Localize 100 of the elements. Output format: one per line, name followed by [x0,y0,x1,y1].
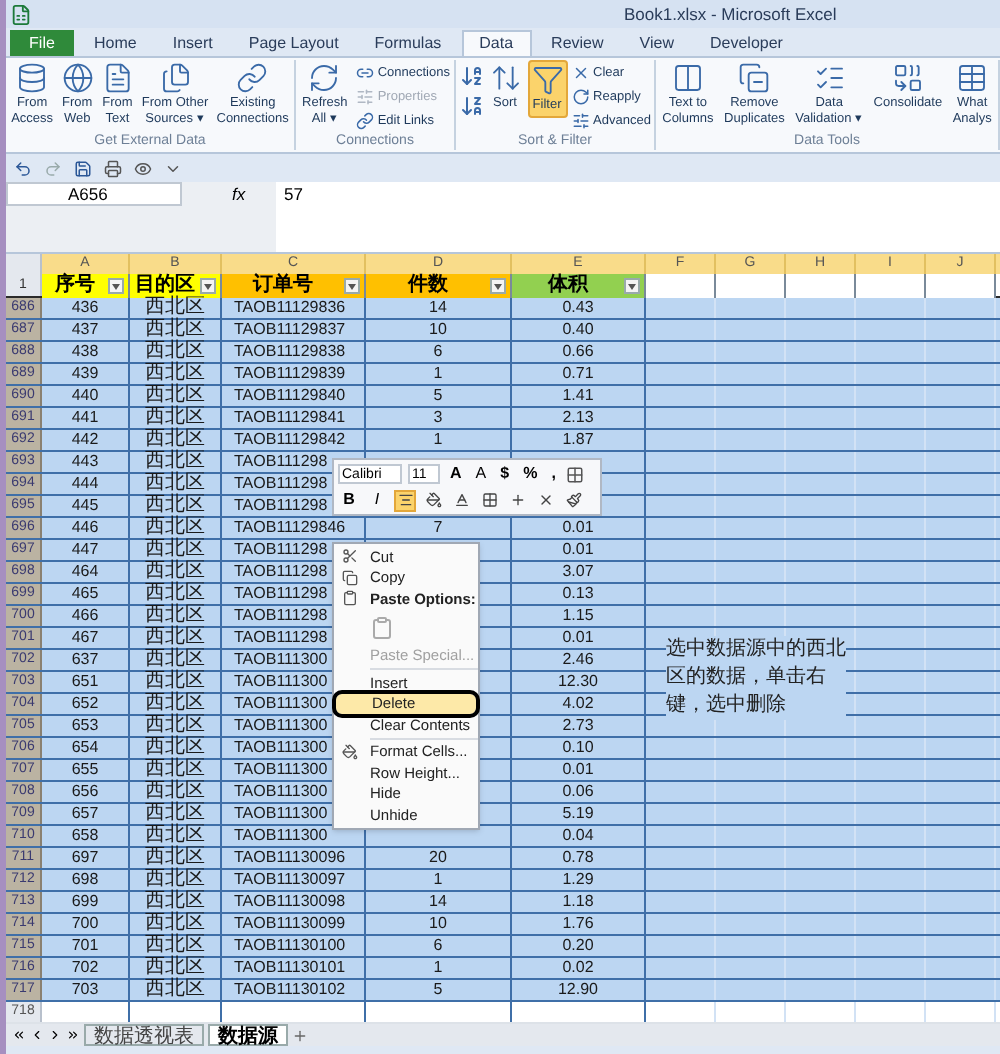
filter-icon [531,64,564,96]
sort-descending-icon[interactable] [459,94,483,118]
table-cell: 10 [429,916,447,932]
table-cell: 465 [71,586,99,602]
table-cell: 14 [429,894,447,910]
table-cell: 443 [71,454,99,470]
link-icon [355,112,374,130]
table-cell: 西北区 [145,606,205,626]
table-cell: 464 [71,564,99,580]
table-cell: 700 [71,916,99,932]
table-cell: TAOB11129842 [234,432,346,448]
redo-icon [571,88,590,106]
table-cell: 0.20 [562,938,594,954]
table-cell: 西北区 [145,936,205,956]
format-icon[interactable] [565,465,584,483]
table-cell: 444 [71,476,99,492]
table-cell: 西北区 [145,474,205,494]
new-sheet-icon[interactable] [292,1027,308,1043]
table-cell: 651 [71,674,99,690]
table-cell: 1.18 [562,894,594,910]
table-cell: 西北区 [145,848,205,868]
sheet-tab[interactable]: 数据透视表 [84,1024,204,1046]
first-sheet-icon[interactable] [12,1028,26,1042]
table-cell: 西北区 [145,694,205,714]
table-cell: 1.76 [562,916,594,932]
table-cell: 0.43 [562,300,594,316]
toolbar-button[interactable]: % [519,466,542,482]
toolbar-button[interactable] [422,489,444,511]
toolbar-button[interactable]: , [547,466,560,482]
sort-ascending-icon[interactable] [459,64,483,88]
table-cell: 1.15 [562,608,594,624]
table-cell: 441 [71,410,99,426]
toolbar-button[interactable] [562,489,584,511]
table-cell: TAOB11129836 [234,300,346,316]
toolbar-button[interactable]: B [338,489,360,511]
table-cell: 20 [429,850,447,866]
toolbar-button[interactable] [450,489,472,511]
fill-color-icon [425,492,441,508]
table-cell: 西北区 [145,672,205,692]
format-painter-icon [565,492,581,508]
table-cell: TAOB11129840 [234,388,346,404]
close-icon [571,64,590,82]
table-cell: 2.46 [562,652,594,668]
table-cell: 1.29 [562,872,594,888]
formula-field[interactable]: 57 [276,182,1000,252]
align-center-icon [397,492,413,508]
scissors-icon [342,548,358,565]
table-cell: 0.13 [562,586,594,602]
table-cell: 西北区 [145,562,205,582]
ribbon-tab[interactable]: Data [461,30,532,56]
preview-icon[interactable] [134,159,152,177]
table-cell: 0.01 [562,520,594,536]
table-cell: 12.30 [557,674,599,690]
ribbon-tab[interactable]: Insert [156,30,229,56]
table-cell: TAOB111298 [234,498,328,514]
filter-dropdown-icon[interactable] [344,278,360,294]
toolbar-button[interactable] [478,489,500,511]
clipboard-icon [342,590,358,607]
ribbon-tab[interactable]: Home [78,30,153,56]
table-cell: 440 [71,388,99,404]
ribbon-tab[interactable]: View [623,30,690,56]
sheet-tab[interactable]: 数据源 [208,1024,288,1046]
name-box[interactable]: A656 [6,182,182,206]
undo-icon[interactable] [14,159,32,177]
toolbar-button[interactable]: A [446,466,466,482]
table-cell: 西北区 [145,430,205,450]
column-heading: 件数 [408,276,448,296]
file-tab[interactable]: File [10,30,74,56]
last-sheet-icon[interactable] [66,1028,80,1042]
ribbon-tab[interactable]: Developer [693,30,799,56]
table-cell: TAOB11130101 [234,960,346,976]
filter-dropdown-icon[interactable] [490,278,506,294]
toolbar-button[interactable]: I [366,489,388,511]
ribbon-tab[interactable]: Page Layout [232,30,355,56]
table-cell: 西北区 [145,716,205,736]
increase-decimal-icon [509,492,525,508]
duplicate-icon [738,62,771,94]
toolbar-button[interactable]: A [471,466,491,482]
table-cell: 西北区 [145,452,205,472]
table-cell: 西北区 [145,738,205,758]
save-icon[interactable] [74,159,92,177]
table-cell: TAOB11130099 [234,916,346,932]
printer-icon[interactable] [104,159,122,177]
filter-dropdown-icon[interactable] [108,278,124,294]
toolbar-button[interactable] [394,489,416,511]
function-label[interactable]: fx [232,181,246,207]
document-icon [101,62,134,94]
column-heading: 体积 [548,276,588,296]
table-cell: 657 [71,806,99,822]
next-sheet-icon[interactable] [48,1028,62,1042]
filter-dropdown-icon[interactable] [624,278,640,294]
table-cell: TAOB11130096 [234,850,346,866]
table-cell: 0.01 [562,630,594,646]
filter-dropdown-icon[interactable] [200,278,216,294]
ribbon-tab[interactable]: Formulas [358,30,458,56]
previous-sheet-icon[interactable] [30,1028,44,1042]
ribbon-tab[interactable]: Review [535,30,620,56]
toolbar-button[interactable]: $ [496,466,514,482]
table-cell: 5 [433,982,443,998]
table-cell: 西北区 [145,584,205,604]
